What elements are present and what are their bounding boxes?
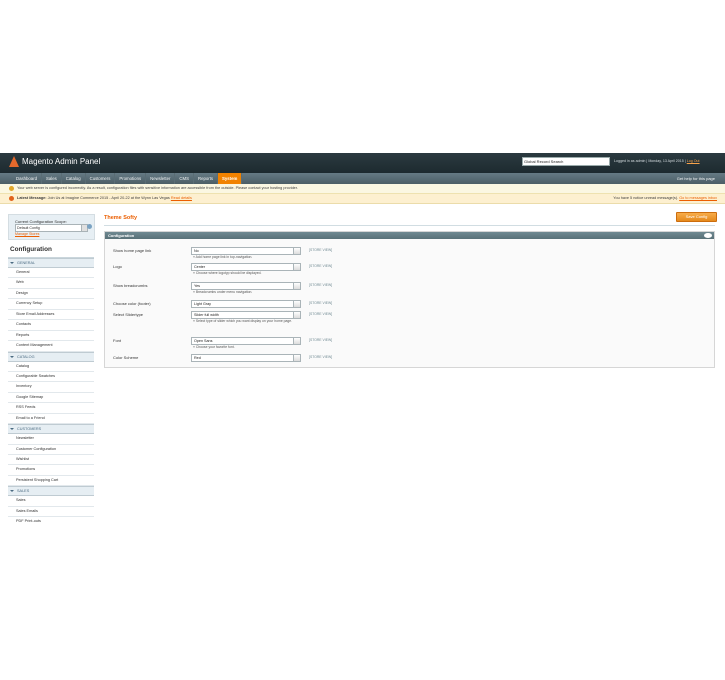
- scope-label: [STORE VIEW]: [309, 248, 333, 252]
- field-note: Breadcrumbs under menu navigation.: [193, 290, 303, 295]
- page-title: Theme Softy: [104, 215, 138, 221]
- config-tab-google-sitemap[interactable]: Google Sitemap: [8, 392, 94, 404]
- nav-menu: Dashboard Sales Catalog Customers Promotions…: [0, 173, 725, 184]
- magento-logo-icon: [9, 156, 19, 167]
- config-tab-web[interactable]: Web: [8, 278, 94, 289]
- nav-item-sales[interactable]: Sales: [42, 173, 62, 184]
- show-home-page-link-select[interactable]: No: [191, 247, 301, 255]
- field-note: Add home page link in top-navigation.: [193, 255, 303, 260]
- logout-link[interactable]: Log Out: [687, 159, 700, 163]
- config-tab-persistent-shopping-cart[interactable]: Persistent Shopping Cart: [8, 475, 94, 487]
- nav-item-system[interactable]: System: [218, 173, 243, 184]
- show-breadcrumbs-select[interactable]: Yes: [191, 282, 301, 290]
- save-config-button[interactable]: Save Config: [676, 212, 717, 222]
- fieldset-title: Configuration: [108, 233, 135, 238]
- config-tab-rss-feeds[interactable]: RSS Feeds: [8, 403, 94, 414]
- config-tab-email-to-a-friend[interactable]: Email to a Friend: [8, 413, 94, 425]
- scope-label: [STORE VIEW]: [309, 301, 333, 305]
- scope-label: [STORE VIEW]: [309, 338, 333, 342]
- scope-switcher: Current Configuration Scope: Default Con…: [8, 214, 95, 240]
- select-slidertype-select[interactable]: Slider full width: [191, 311, 301, 319]
- config-group-customers[interactable]: CUSTOMERS: [8, 424, 94, 435]
- nav-item-customers[interactable]: Customers: [86, 173, 116, 184]
- latest-message-text: Join Us at Imagine Commerce 2015 - April…: [47, 196, 170, 200]
- field-note: Choose your favorite font.: [193, 345, 303, 350]
- global-search-input[interactable]: Global Record Search: [522, 157, 610, 166]
- config-group-catalog[interactable]: CATALOG: [8, 351, 94, 362]
- config-tab-reports[interactable]: Reports: [8, 330, 94, 342]
- field-label: Color Scheme: [113, 355, 139, 360]
- config-fieldset: Configuration Show home page link NoAdd h…: [104, 231, 715, 368]
- config-tab-sales-emails[interactable]: Sales Emails: [8, 506, 94, 518]
- admin-screenshot: Magento Admin Panel Global Record Search…: [0, 153, 725, 527]
- admin-header: Magento Admin Panel Global Record Search…: [0, 153, 725, 173]
- font-select[interactable]: Open Sans: [191, 337, 301, 345]
- nav-item-reports[interactable]: Reports: [194, 173, 219, 184]
- sidebar-title: Configuration: [10, 246, 52, 253]
- field-note: Choose where logotyp should be displayed…: [193, 271, 303, 276]
- config-tab-design[interactable]: Design: [8, 288, 94, 300]
- title-divider: [104, 225, 715, 226]
- logo-select[interactable]: Center: [191, 263, 301, 271]
- config-tab-configurable-swatches[interactable]: Configurable Swatches: [8, 371, 94, 383]
- scope-label: [STORE VIEW]: [309, 312, 333, 316]
- config-tab-catalog[interactable]: Catalog: [8, 361, 94, 372]
- nav-item-cms[interactable]: CMS: [175, 173, 194, 184]
- config-tab-store-email-addresses[interactable]: Store Email Addresses: [8, 309, 94, 321]
- latest-message-bar: Latest Message: Join Us at Imagine Comme…: [0, 194, 725, 204]
- latest-message-label: Latest Message:: [17, 196, 47, 200]
- scope-select[interactable]: Default Config: [15, 224, 88, 232]
- magento-logo[interactable]: Magento Admin Panel: [9, 156, 100, 167]
- field-label: Logo: [113, 264, 122, 269]
- notice-text: You have 5 notice unread message(s).: [613, 196, 679, 200]
- field-label: Choose color (footer): [113, 301, 151, 306]
- color-scheme-select[interactable]: Red: [191, 354, 301, 362]
- nav-item-dashboard[interactable]: Dashboard: [12, 173, 43, 184]
- field-label: Select Slidertype: [113, 312, 144, 317]
- nav-item-promotions[interactable]: Promotions: [115, 173, 147, 184]
- date-text: Monday, 13 April 2015: [648, 159, 684, 163]
- choose-color-footer-select[interactable]: Light Gray: [191, 300, 301, 308]
- collapse-icon[interactable]: [704, 233, 712, 238]
- alert-icon: [9, 195, 14, 201]
- config-tab-contacts[interactable]: Contacts: [8, 320, 94, 331]
- config-tab-general[interactable]: General: [8, 268, 94, 279]
- config-tab-pdf-print-outs[interactable]: PDF Print-outs: [8, 517, 94, 527]
- config-group-sales[interactable]: SALES: [8, 486, 94, 497]
- config-group-general[interactable]: GENERAL: [8, 258, 94, 268]
- help-icon[interactable]: [87, 224, 92, 229]
- messages-inbox-link[interactable]: Go to messages inbox: [679, 196, 717, 200]
- config-tab-content-management[interactable]: Content Management: [8, 341, 94, 352]
- help-link[interactable]: Get help for this page: [677, 176, 715, 181]
- field-label: Show home page link: [113, 248, 152, 253]
- config-tab-inventory[interactable]: Inventory: [8, 382, 94, 393]
- config-tab-customer-configuration[interactable]: Customer Configuration: [8, 444, 94, 455]
- warning-icon: [9, 185, 14, 191]
- warning-message: Your web server is configured incorrectl…: [0, 184, 725, 194]
- read-details-link[interactable]: Read details: [171, 196, 192, 200]
- logged-in-text: Logged in as admin: [614, 159, 646, 163]
- header-user-info: Logged in as admin | Monday, 13 April 20…: [614, 159, 700, 163]
- main-nav: Dashboard Sales Catalog Customers Promotions…: [0, 173, 725, 184]
- config-tabs: GENERAL General Web Design Currency Setup Sto…: [8, 258, 94, 527]
- config-sidebar: Current Configuration Scope: Default Con…: [8, 214, 95, 527]
- scope-label: [STORE VIEW]: [309, 264, 333, 268]
- nav-item-newsletter[interactable]: Newsletter: [146, 173, 176, 184]
- config-tab-promotions[interactable]: Promotions: [8, 465, 94, 476]
- config-tab-newsletter[interactable]: Newsletter: [8, 434, 94, 445]
- fieldset-header[interactable]: Configuration: [105, 232, 714, 239]
- config-tab-currency-setup[interactable]: Currency Setup: [8, 299, 94, 310]
- field-label: Font: [113, 338, 122, 343]
- field-label: Show breadcrumbs: [113, 283, 148, 288]
- manage-stores-link[interactable]: Manage Stores: [15, 232, 39, 236]
- scope-label: [STORE VIEW]: [309, 355, 333, 359]
- notice-summary: You have 5 notice unread message(s). Go …: [613, 194, 717, 203]
- nav-item-catalog[interactable]: Catalog: [62, 173, 86, 184]
- app-title: Magento Admin Panel: [22, 157, 101, 166]
- field-note: Select type of slider which you want dis…: [193, 319, 303, 324]
- config-tab-sales[interactable]: Sales: [8, 496, 94, 507]
- warning-text: Your web server is configured incorrectl…: [17, 186, 298, 190]
- config-tab-wishlist[interactable]: Wishlist: [8, 455, 94, 466]
- scope-label: [STORE VIEW]: [309, 283, 333, 287]
